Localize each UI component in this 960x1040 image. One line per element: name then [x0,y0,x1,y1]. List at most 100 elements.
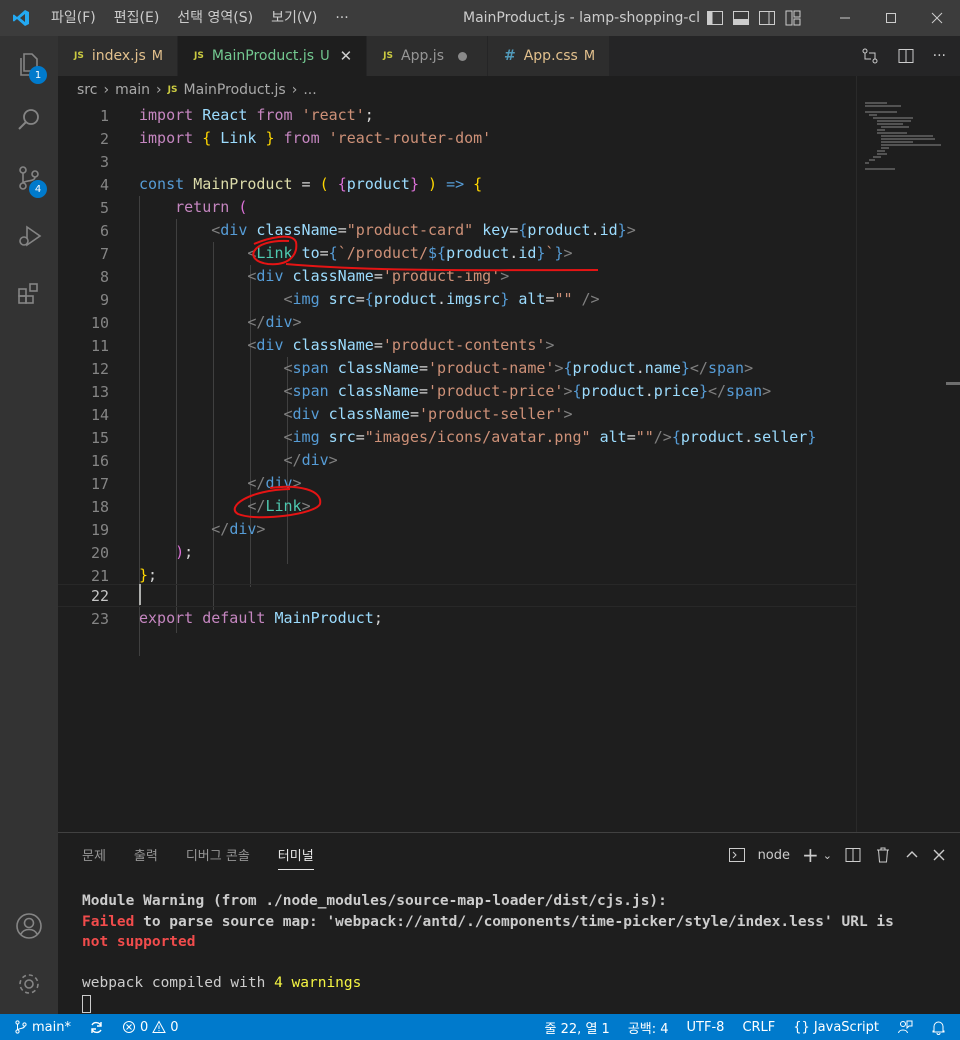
git-status-badge: M [151,48,163,64]
activity-accounts[interactable] [0,898,58,954]
maximize-panel-icon[interactable] [904,847,920,863]
split-terminal-icon[interactable] [844,846,862,864]
terminal-selector[interactable]: node [758,848,790,863]
tab-app-js[interactable]: JS App.js [367,36,488,76]
breadcrumb-main[interactable]: main [115,82,150,98]
terminal-error-word: Failed [82,913,135,930]
activity-source-control[interactable]: 4 [0,150,58,206]
line-ending[interactable]: CRLF [742,1020,775,1035]
git-status-badge: U [320,48,330,64]
terminal-output[interactable]: Module Warning (from ./node_modules/sour… [82,891,942,1014]
more-actions-icon[interactable]: ··· [933,48,946,64]
toggle-primary-sidebar-icon[interactable] [706,9,724,27]
close-window-button[interactable] [914,0,960,36]
menu-file[interactable]: 파일(F) [42,0,105,36]
sync-button[interactable] [89,1020,104,1035]
tab-index-js[interactable]: JS index.js M [58,36,178,76]
tab-label: App.css [523,48,578,64]
warning-count: 0 [170,1019,179,1035]
minimize-icon [840,17,850,19]
git-branch-icon [15,1020,27,1034]
close-icon [931,12,943,24]
code-editor[interactable]: 1 import React from 'react'; 2 import { Li… [58,104,856,832]
code-line: 4 const MainProduct = ( {product} ) => { [99,175,483,194]
explorer-badge: 1 [29,66,47,84]
chevron-down-icon[interactable]: ⌄ [823,849,832,862]
activity-extensions[interactable] [0,266,58,322]
notifications-button[interactable] [931,1020,946,1035]
error-icon [122,1021,135,1033]
close-tab-icon[interactable]: ✕ [340,47,353,65]
terminal-line: Failed to parse source map: 'webpack://a… [82,912,942,933]
open-changes-icon[interactable] [861,47,879,65]
menu-more-button[interactable]: ··· [326,10,357,26]
activity-run-debug[interactable] [0,208,58,264]
activity-manage[interactable] [0,956,58,1012]
error-count: 0 [139,1019,149,1035]
tab-output[interactable]: 출력 [134,845,158,870]
scrollbar-thumb[interactable] [946,382,960,385]
terminal-text: webpack compiled with [82,975,275,991]
tab-terminal[interactable]: 터미널 [277,845,314,870]
cursor-position[interactable]: 줄 22, 열 1 [545,1018,610,1037]
breadcrumb-symbol[interactable]: ... [303,82,316,98]
problems-status[interactable]: 0 0 [122,1020,179,1035]
code-line: 17 </div> [90,474,302,493]
maximize-icon [886,13,896,23]
activity-search[interactable] [0,92,58,148]
close-panel-icon[interactable] [932,848,946,862]
toggle-panel-icon[interactable] [732,9,750,27]
window-controls [822,0,960,36]
minimap[interactable] [856,76,960,832]
title-bar: 파일(F) 편집(E) 선택 영역(S) 보기(V) ··· MainProdu… [0,0,960,36]
vscode-logo-icon [0,0,42,36]
feedback-icon [898,1020,913,1034]
editor-tabs: JS index.js M JS MainProduct.js U ✕ JS A… [58,36,960,76]
js-file-icon: JS [194,51,204,61]
customize-layout-icon[interactable] [784,9,802,27]
language-mode[interactable]: {} JavaScript [793,1020,879,1035]
tab-debug-console[interactable]: 디버그 콘솔 [186,845,250,870]
toggle-secondary-sidebar-icon[interactable] [758,9,776,27]
git-status-badge: M [583,48,596,64]
text-cursor [139,584,141,605]
menu-view[interactable]: 보기(V) [262,0,326,36]
tab-problems[interactable]: 문제 [82,845,106,870]
panel-tabs: 문제 출력 디버그 콘솔 터미널 [82,845,314,870]
tab-app-css[interactable]: # App.css M [487,36,611,76]
braces-icon: {} [793,1019,810,1035]
code-line: 3 [99,152,109,171]
encoding[interactable]: UTF-8 [687,1020,725,1035]
breadcrumb-file[interactable]: MainProduct.js [184,82,286,98]
menu-selection[interactable]: 선택 영역(S) [168,0,262,36]
menu-edit[interactable]: 편집(E) [105,0,169,36]
minimize-button[interactable] [822,0,868,36]
maximize-button[interactable] [868,0,914,36]
branch-status[interactable]: main* [14,1020,71,1035]
warning-icon [152,1020,167,1033]
activity-bar: 1 4 [0,36,58,1014]
code-line: 18 </Link> [90,497,311,516]
code-line: 5 return ( [99,198,248,217]
chevron-right-icon: › [291,82,298,98]
code-line: 16 </div> [90,451,338,470]
code-line: 11 <div className='product-contents'> [90,336,555,355]
activity-explorer[interactable]: 1 [0,36,58,92]
indentation[interactable]: 공백: 4 [628,1018,669,1037]
code-line: 7 <Link to={`/product/${product.id}`}> [99,244,573,263]
bell-icon [932,1021,945,1035]
branch-name: main* [32,1019,71,1035]
code-line: 8 <div className='product-img'> [99,267,510,286]
chevron-right-icon: › [156,82,162,98]
unsaved-dot-icon[interactable] [457,51,467,61]
feedback-button[interactable] [897,1019,913,1035]
split-editor-icon[interactable] [897,47,915,65]
search-icon [18,109,39,130]
new-terminal-icon[interactable]: + [802,843,819,867]
breadcrumb-src[interactable]: src [77,82,97,98]
code-line: 2 import { Link } from 'react-router-dom' [99,129,492,148]
sync-icon [91,1021,102,1033]
tab-mainproduct-js[interactable]: JS MainProduct.js U ✕ [178,36,368,76]
trash-icon[interactable] [874,846,892,864]
terminal-warning-count: 4 warnings [274,975,362,991]
